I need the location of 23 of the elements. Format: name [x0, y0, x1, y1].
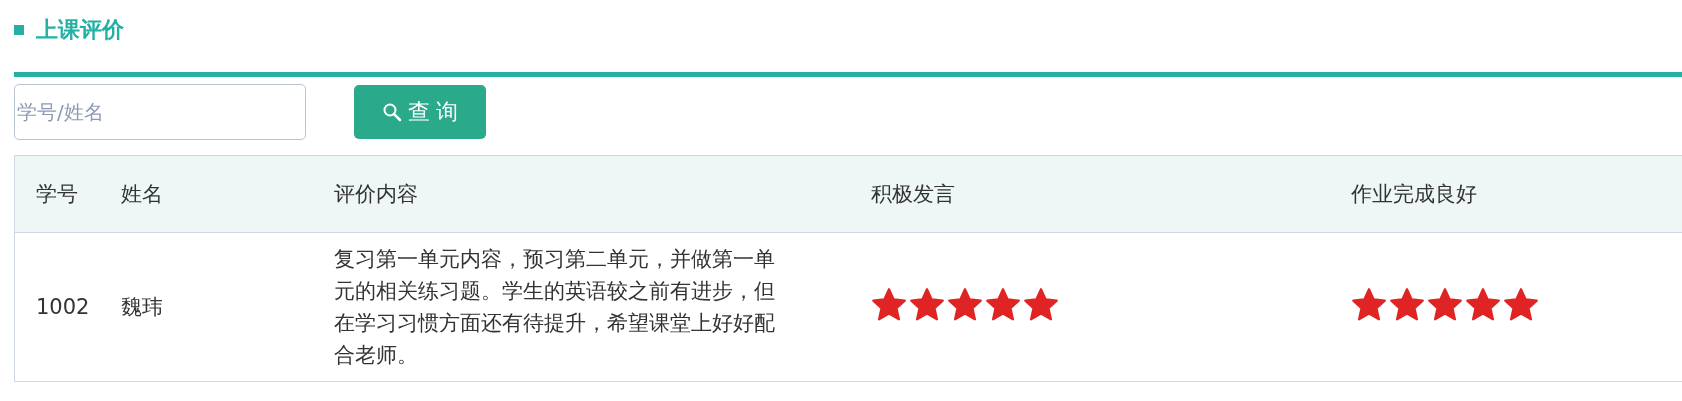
comment-text: 复习第一单元内容，预习第二单元，并做第一单元的相关练习题。学生的英语较之前有进步，但在学习习惯方面还有待提升，希望课堂上好好配合老师。	[333, 246, 775, 369]
star-icon	[1426, 286, 1463, 323]
column-header: 作业完成良好	[1350, 182, 1477, 206]
star-icon	[946, 286, 983, 323]
section-title: 上课评价	[36, 16, 124, 44]
column-header: 姓名	[120, 182, 163, 206]
column-header: 评价内容	[333, 182, 418, 206]
star-icon	[1022, 286, 1059, 323]
star-icon	[1464, 286, 1501, 323]
search-button[interactable]: 查 询	[354, 85, 486, 139]
column-header: 积极发言	[870, 182, 955, 206]
search-field[interactable]: 学号/姓名	[14, 84, 306, 140]
student-name: 魏玮	[120, 295, 163, 319]
title-marker-icon	[14, 25, 24, 35]
column-header: 学号	[36, 182, 78, 206]
star-icon	[1502, 286, 1539, 323]
search-icon	[381, 102, 402, 122]
star-icon	[870, 286, 907, 323]
student-id: 1002	[36, 295, 90, 319]
star-icon	[984, 286, 1021, 323]
star-icon	[908, 286, 945, 323]
star-icon	[1350, 286, 1387, 323]
star-icon	[1388, 286, 1425, 323]
